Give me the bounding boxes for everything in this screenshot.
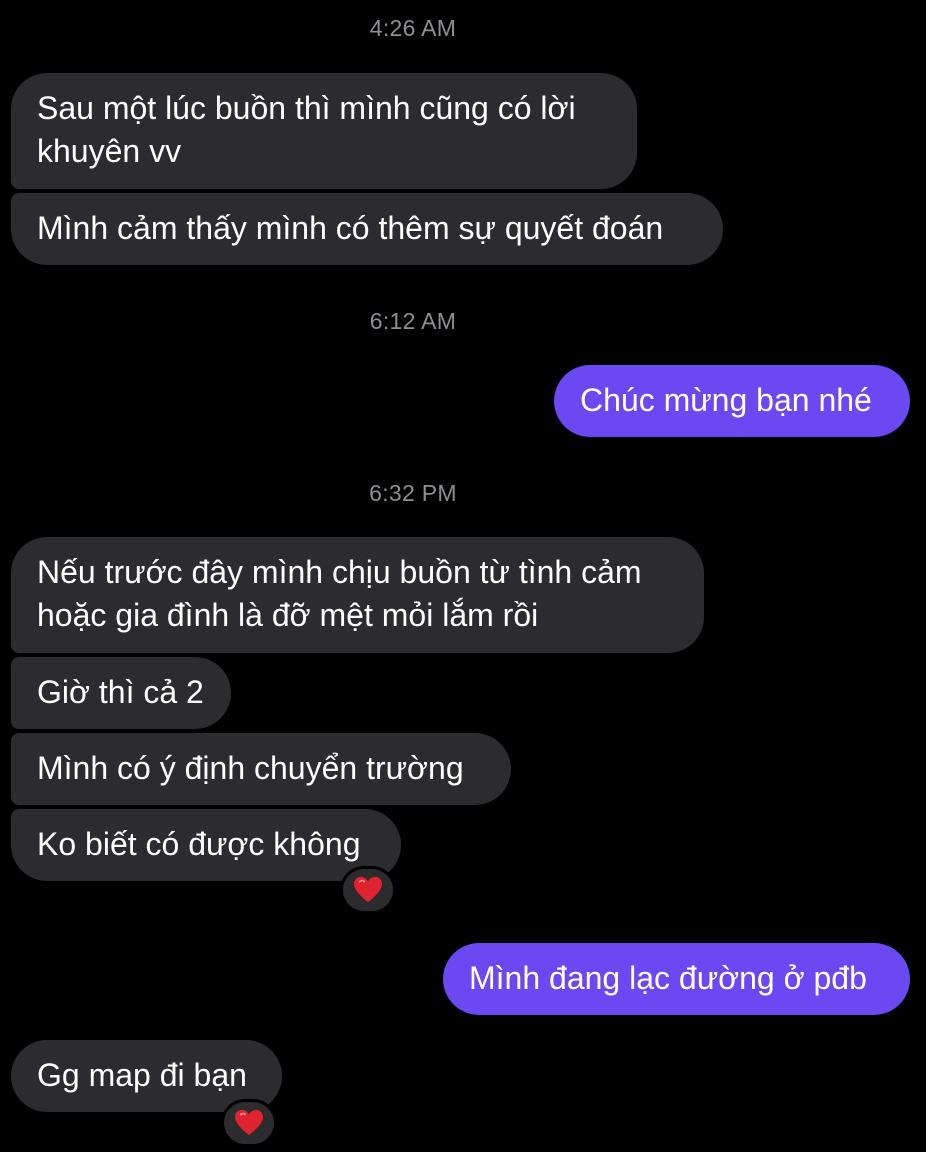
heart-icon <box>354 876 382 903</box>
message-text: Ko biết có được không <box>37 826 361 862</box>
message-text: Chúc mừng bạn nhé <box>580 382 872 418</box>
message-text: Giờ thì cả 2 <box>37 674 204 710</box>
timestamp: 6:32 PM <box>369 480 457 506</box>
incoming-message-bubble[interactable]: Nếu trước đây mình chịu buồn từ tình cảm… <box>11 537 704 653</box>
message-text: Nếu trước đây mình chịu buồn từ tình cảm <box>37 554 642 590</box>
message-text: Sau một lúc buồn thì mình cũng có lời <box>37 90 576 126</box>
outgoing-message-bubble[interactable]: Mình đang lạc đường ở pđb <box>443 943 910 1015</box>
incoming-message-bubble[interactable]: Sau một lúc buồn thì mình cũng có lời kh… <box>11 73 637 189</box>
outgoing-message-bubble[interactable]: Chúc mừng bạn nhé <box>554 365 910 437</box>
incoming-message-bubble[interactable]: Mình có ý định chuyển trường <box>11 733 511 805</box>
message-text: hoặc gia đình là đỡ mệt mỏi lắm rồi <box>37 597 539 633</box>
incoming-message-bubble[interactable]: Giờ thì cả 2 <box>11 657 231 729</box>
message-text: Mình cảm thấy mình có thêm sự quyết đoán <box>37 210 664 246</box>
reaction-badge[interactable] <box>221 1099 277 1147</box>
message-text: Mình có ý định chuyển trường <box>37 750 464 786</box>
reaction-badge[interactable] <box>340 866 396 914</box>
message-text: Gg map đi bạn <box>37 1057 247 1093</box>
timestamp: 4:26 AM <box>369 15 457 41</box>
message-text: Mình đang lạc đường ở pđb <box>469 960 867 996</box>
message-text: khuyên vv <box>37 133 182 169</box>
timestamp: 6:12 AM <box>369 308 457 334</box>
heart-icon <box>235 1109 263 1136</box>
incoming-message-bubble[interactable]: Ko biết có được không <box>11 809 401 881</box>
incoming-message-bubble[interactable]: Mình cảm thấy mình có thêm sự quyết đoán <box>11 193 723 265</box>
